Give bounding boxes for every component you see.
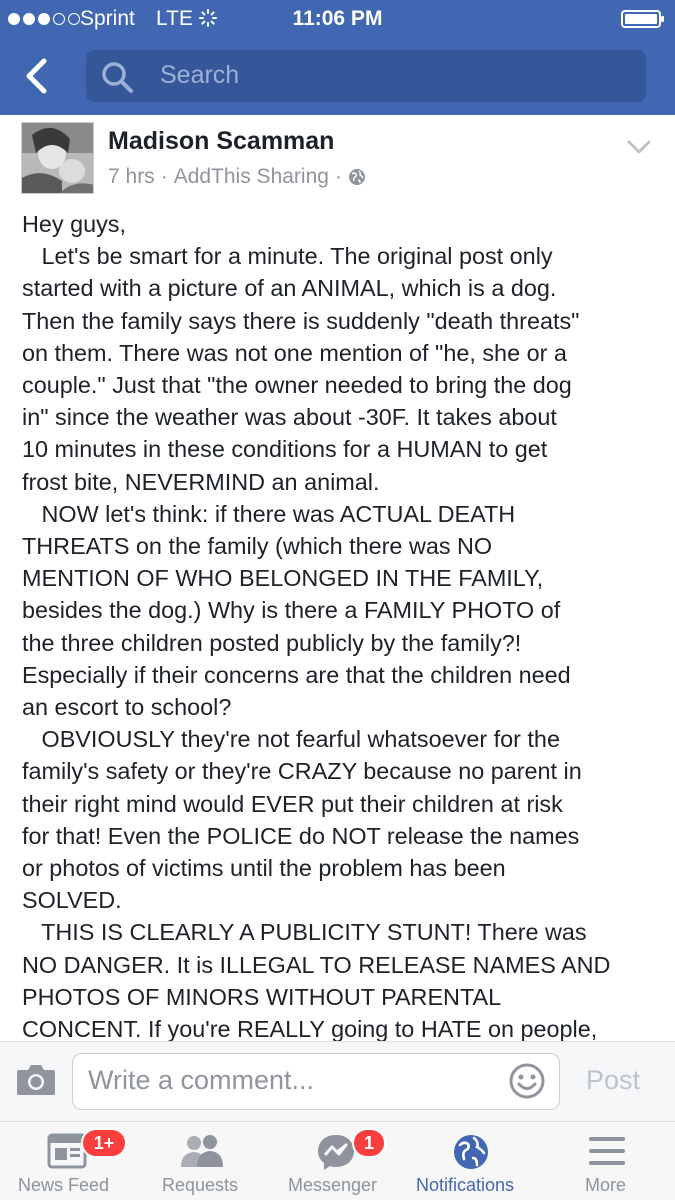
post-text-line: CONCENT. If you're REALLY going to HATE … bbox=[22, 1016, 598, 1042]
post-text-line: Let's be smart for a minute. The origina… bbox=[22, 243, 553, 270]
tab-label: More bbox=[585, 1175, 627, 1195]
tab-label: Messenger bbox=[288, 1175, 378, 1195]
post-text-line: NO DANGER. It is ILLEGAL TO RELEASE NAME… bbox=[22, 951, 611, 978]
friend-requests-icon bbox=[181, 1135, 223, 1167]
avatar[interactable] bbox=[21, 122, 94, 194]
post-source[interactable]: AddThis Sharing bbox=[174, 165, 329, 189]
post-text-line: on them. There was not one mention of "h… bbox=[22, 339, 567, 366]
post-text-line: started with a picture of an ANIMAL, whi… bbox=[22, 275, 557, 302]
post-text-line: THIS IS CLEARLY A PUBLICITY STUNT! There… bbox=[22, 919, 587, 946]
post-text-line: OBVIOUSLY they're not fearful whatsoever… bbox=[22, 726, 560, 753]
status-time: 11:06 PM bbox=[292, 7, 383, 30]
camera-icon[interactable] bbox=[16, 1062, 56, 1096]
post-text-line: 10 minutes in these conditions for a HUM… bbox=[22, 436, 548, 463]
globe-icon bbox=[348, 169, 365, 185]
post-text-line: SOLVED. bbox=[22, 887, 122, 914]
post-meta: 7 hrs · AddThis Sharing · bbox=[108, 165, 366, 189]
post-text-line: couple." Just that "the owner needed to … bbox=[22, 372, 572, 399]
tab-label: Notifications bbox=[416, 1175, 515, 1195]
post-time[interactable]: 7 hrs bbox=[108, 165, 155, 189]
post-text-line: an escort to school? bbox=[22, 694, 232, 721]
post-text-line: Especially if their concerns are that th… bbox=[22, 661, 571, 688]
menu-icon bbox=[589, 1137, 625, 1165]
author-name[interactable]: Madison Scamman bbox=[108, 127, 334, 156]
battery-icon bbox=[621, 10, 664, 28]
post-text-line: besides the dog.) Why is there a FAMILY … bbox=[22, 597, 561, 624]
post-text-line: PHOTOS OF MINORS WITHOUT PARENTAL bbox=[22, 983, 502, 1010]
globe-icon bbox=[454, 1135, 488, 1169]
comment-placeholder: Write a comment... bbox=[88, 1065, 315, 1095]
post-text-line: frost bite, NEVERMIND an animal. bbox=[22, 468, 380, 495]
search-placeholder: Search bbox=[160, 61, 240, 89]
post-text-line: the three children posted publicly by th… bbox=[22, 629, 522, 656]
meta-separator: · bbox=[334, 165, 342, 188]
post-text-line: NOW let's think: if there was ACTUAL DEA… bbox=[22, 500, 516, 527]
back-button[interactable] bbox=[18, 56, 58, 96]
chevron-down-icon[interactable] bbox=[626, 138, 652, 156]
tab-label: Requests bbox=[162, 1175, 239, 1195]
messenger-badge: 1 bbox=[352, 1128, 386, 1158]
post-text-line: for that! Even the POLICE do NOT release… bbox=[22, 822, 580, 849]
post-text-line: in" since the weather was about -30F. It… bbox=[22, 404, 557, 431]
news-feed-badge: 1+ bbox=[81, 1128, 127, 1158]
messenger-icon bbox=[318, 1135, 354, 1170]
post-text: Hey guys, Let's be smart for a minute. T… bbox=[22, 208, 662, 1042]
post-text-line: Hey guys, bbox=[22, 211, 127, 237]
app-header: Sprint LTE 11:06 PM Search bbox=[0, 0, 675, 115]
post-text-line: or photos of victims until the problem h… bbox=[22, 855, 506, 882]
tab-label: News Feed bbox=[18, 1175, 110, 1195]
post-text-line: family's safety or they're CRAZY because… bbox=[22, 758, 582, 785]
search-icon bbox=[102, 62, 133, 93]
meta-separator: · bbox=[160, 165, 168, 188]
post-button[interactable]: Post bbox=[586, 1065, 640, 1096]
status-bar: Sprint LTE 11:06 PM bbox=[0, 0, 675, 38]
emoji-icon[interactable] bbox=[508, 1062, 546, 1100]
post-text-line: MENTION OF WHO BELONGED IN THE FAMILY, bbox=[22, 565, 544, 592]
post-text-line: their right mind would EVER put their ch… bbox=[22, 790, 563, 817]
post-text-line: THREATS on the family (which there was N… bbox=[22, 533, 493, 560]
post-text-line: Then the family says there is suddenly "… bbox=[22, 307, 580, 334]
